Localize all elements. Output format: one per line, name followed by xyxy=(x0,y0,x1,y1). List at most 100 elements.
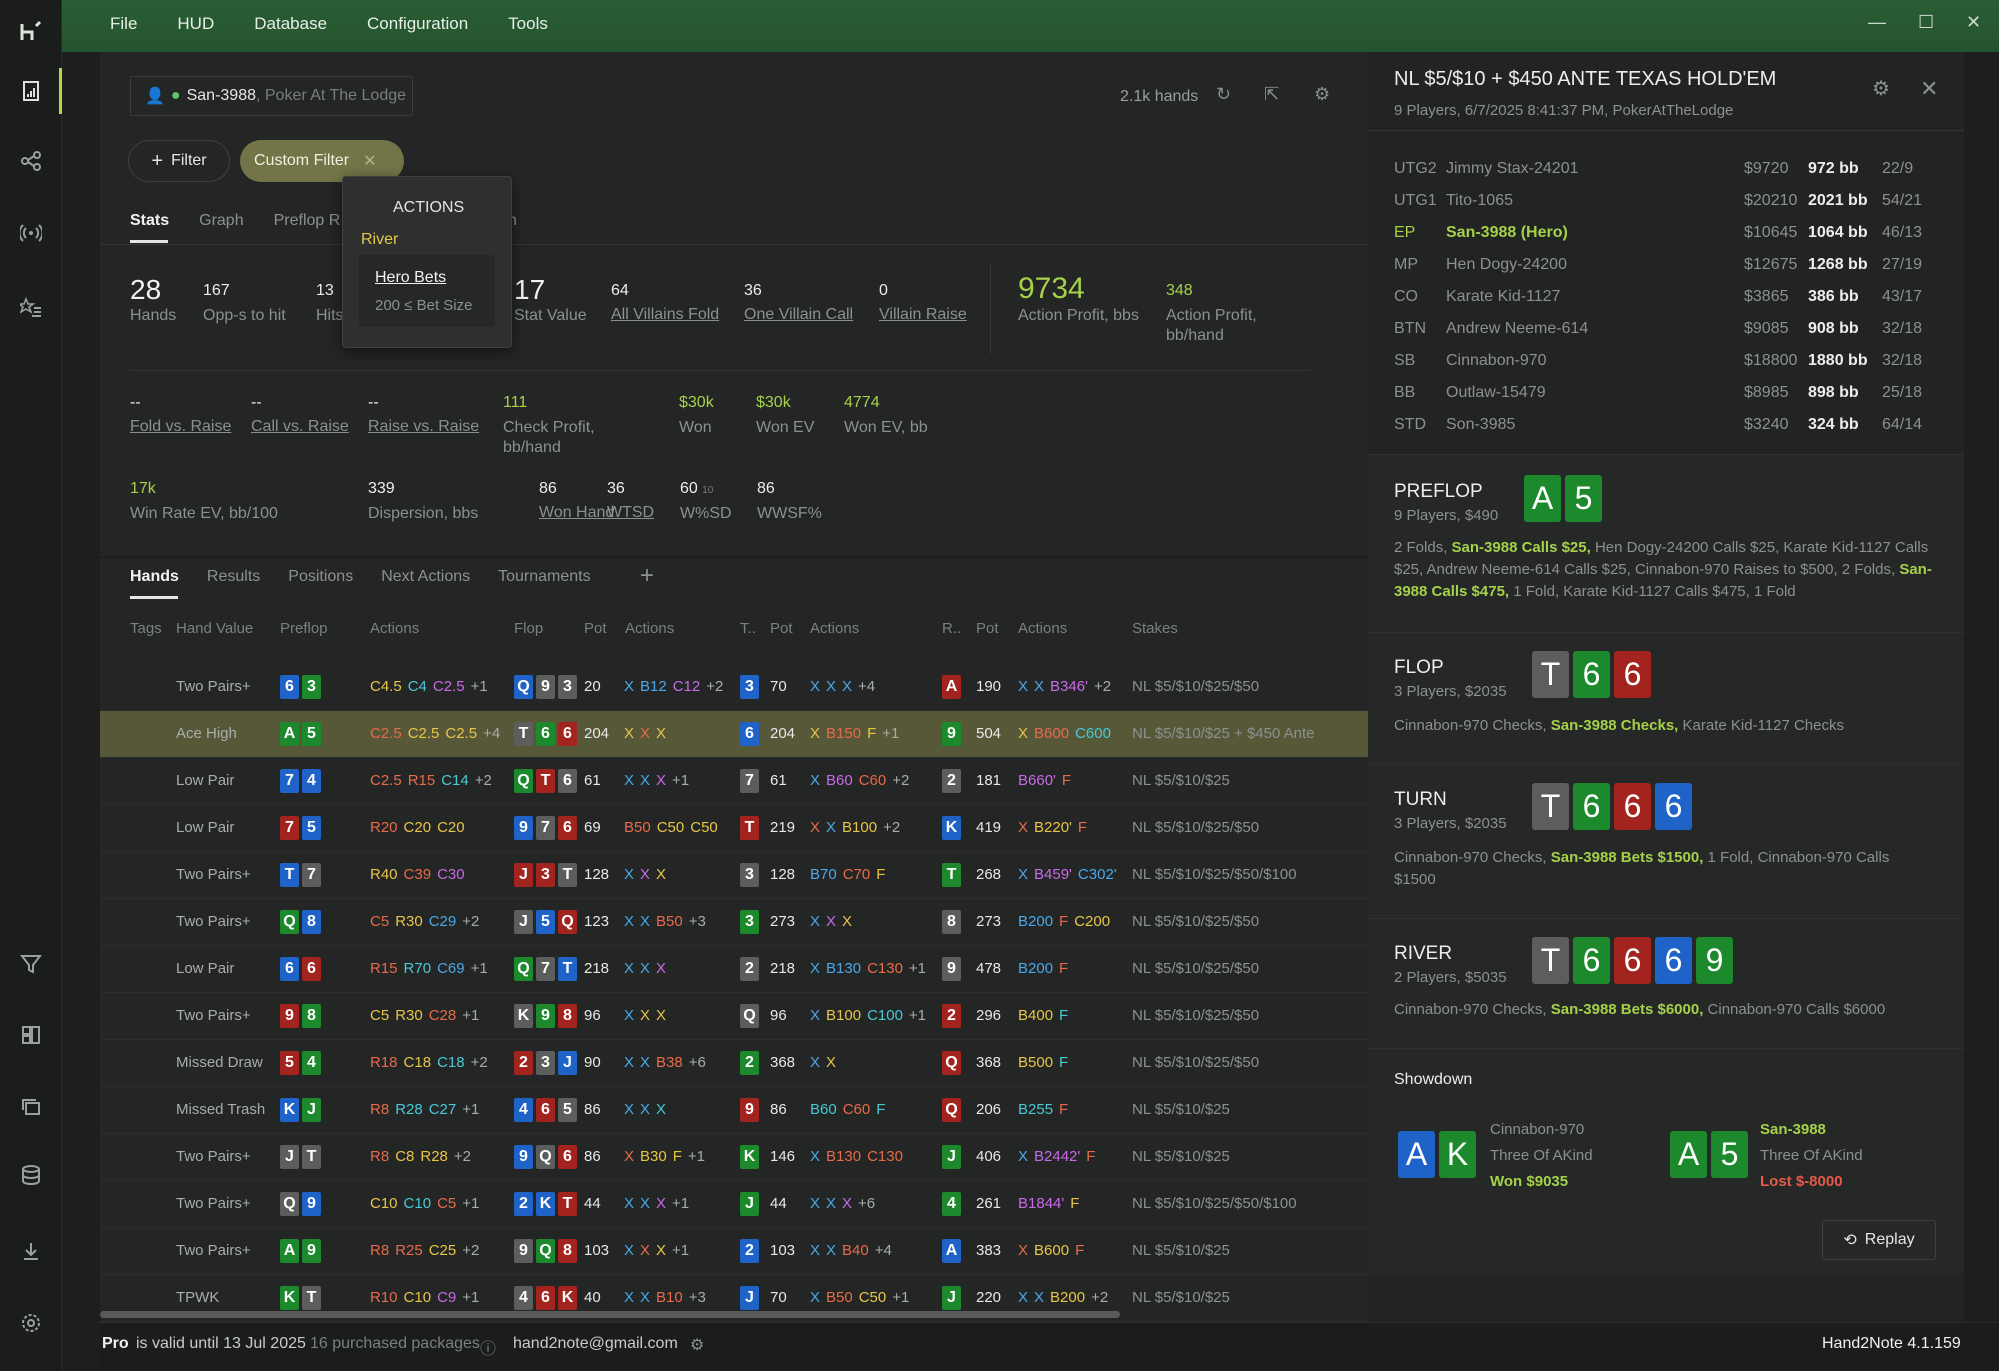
player-row[interactable]: SB Cinnabon-970 $18800 1880 bb 32/18 xyxy=(1394,352,1934,384)
col-river[interactable]: R.. xyxy=(942,620,961,637)
filter-icon[interactable] xyxy=(14,947,48,981)
stat-fold-vs-raise[interactable]: -- Fold vs. Raise xyxy=(130,394,231,436)
horizontal-scrollbar[interactable] xyxy=(100,1311,1120,1318)
col-hand-value[interactable]: Hand Value xyxy=(176,620,253,637)
settings-icon[interactable] xyxy=(14,1306,48,1340)
stat-rvr-label[interactable]: Raise vs. Raise xyxy=(368,418,479,436)
tab-results[interactable]: Results xyxy=(207,568,260,586)
add-filter-button[interactable]: + Filter xyxy=(128,140,230,182)
refresh-icon[interactable]: ↻ xyxy=(1216,84,1231,105)
player-row[interactable]: MP Hen Dogy-24200 $12675 1268 bb 27/19 xyxy=(1394,256,1934,288)
menu-database[interactable]: Database xyxy=(254,14,327,34)
col-preflop[interactable]: Preflop xyxy=(280,620,328,637)
player-row[interactable]: EP San-3988 (Hero) $10645 1064 bb 46/13 xyxy=(1394,224,1934,256)
col-turn-pot[interactable]: Pot xyxy=(770,620,793,637)
table-row[interactable]: Two Pairs+ A 9 R8 R25 C25 +2 9 Q 8 103 X X X +1 2 103 X X B… xyxy=(100,1228,1368,1275)
menu-hud[interactable]: HUD xyxy=(177,14,214,34)
table-row[interactable]: Low Pair 7 5 R20 C20 C20 9 7 6 69 B50 C50 C50 T 219 X X B… xyxy=(100,805,1368,852)
menu-tools[interactable]: Tools xyxy=(508,14,548,34)
tables-icon[interactable] xyxy=(14,1090,48,1124)
gear-icon[interactable]: ⚙ xyxy=(1872,76,1890,101)
layout-icon[interactable] xyxy=(14,1018,48,1052)
table-row[interactable]: Low Pair 6 6 R15 R70 C69 +1 Q 7 T 218 X X X 2 218 X B130 C… xyxy=(100,946,1368,993)
table-row[interactable]: Two Pairs+ 6 3 C4.5 C4 C2.5 +1 Q 9 3 20 X B12 C12 +2 3 7… xyxy=(100,664,1368,711)
gear-icon[interactable]: ⚙ xyxy=(690,1335,704,1355)
col-turn-actions[interactable]: Actions xyxy=(810,620,859,637)
player-row[interactable]: BTN Andrew Neeme-614 $9085 908 bb 32/18 xyxy=(1394,320,1934,352)
col-flop-actions[interactable]: Actions xyxy=(625,620,674,637)
table-row[interactable]: Low Pair 7 4 C2.5 R15 C14 +2 Q T 6 61 X X X +1 7 61 X B60 C… xyxy=(100,758,1368,805)
col-flop[interactable]: Flop xyxy=(514,620,543,637)
player-row[interactable]: CO Karate Kid-1127 $3865 386 bb 43/17 xyxy=(1394,288,1934,320)
table-row[interactable]: Two Pairs+ 9 8 C5 R30 C28 +1 K 9 8 96 X X X Q 96 X B100 C1… xyxy=(100,993,1368,1040)
menu-file[interactable]: File xyxy=(110,14,137,34)
col-river-pot[interactable]: Pot xyxy=(976,620,999,637)
table-row[interactable]: Missed Draw 5 4 R18 C18 C18 +2 2 3 J 90 X X B38 +6 2 368… xyxy=(100,1040,1368,1087)
player-row[interactable]: STD Son-3985 $3240 324 bb 64/14 xyxy=(1394,416,1934,448)
tab-hands[interactable]: Hands xyxy=(130,568,179,586)
player-row[interactable]: BB Outlaw-15479 $8985 898 bb 25/18 xyxy=(1394,384,1934,416)
reports-icon[interactable] xyxy=(14,74,48,108)
stat-wtsd[interactable]: 36 WTSD xyxy=(607,480,654,522)
info-icon[interactable]: ⓘ xyxy=(480,1335,496,1359)
close-window-icon[interactable]: ✕ xyxy=(1966,12,1981,33)
share-icon[interactable] xyxy=(14,144,48,178)
col-tags[interactable]: Tags xyxy=(130,620,162,637)
col-turn[interactable]: T.. xyxy=(740,620,756,637)
download-icon[interactable] xyxy=(14,1234,48,1268)
table-row[interactable]: Two Pairs+ Q 8 C5 R30 C29 +2 J 5 Q 123 X X B50 +3 3 273 X… xyxy=(100,899,1368,946)
tab-graph[interactable]: Graph xyxy=(199,212,243,230)
menu-configuration[interactable]: Configuration xyxy=(367,14,468,34)
export-icon[interactable]: ⇱ xyxy=(1264,84,1279,105)
stat-call-vs-raise[interactable]: -- Call vs. Raise xyxy=(251,394,349,436)
table-row[interactable]: Two Pairs+ T 7 R40 C39 C30 J 3 T 128 X X X 3 128 B70 C70… xyxy=(100,852,1368,899)
tab-preflop-range[interactable]: Preflop R xyxy=(274,212,341,230)
stat-avf-label[interactable]: All Villains Fold xyxy=(611,306,719,324)
stat-wh-label[interactable]: Won Hand xyxy=(539,504,614,522)
table-row[interactable]: Two Pairs+ Q 9 C10 C10 C5 +1 2 K T 44 X X X +1 J 44 X X X +6… xyxy=(100,1181,1368,1228)
col-river-actions[interactable]: Actions xyxy=(1018,620,1067,637)
minimize-icon[interactable]: — xyxy=(1868,12,1886,33)
close-icon[interactable]: ✕ xyxy=(1920,76,1938,102)
tab-positions[interactable]: Positions xyxy=(288,568,353,586)
card: A xyxy=(280,1239,299,1263)
broadcast-icon[interactable] xyxy=(14,216,48,250)
river-actions: X B600 F xyxy=(1018,1242,1090,1259)
stat-wtsd-label[interactable]: WTSD xyxy=(607,504,654,522)
card: 9 xyxy=(514,816,533,840)
maximize-icon[interactable]: ☐ xyxy=(1918,12,1934,33)
stat-all-villains-fold[interactable]: 64 All Villains Fold xyxy=(611,282,719,324)
starred-icon[interactable] xyxy=(14,290,48,324)
add-tab-icon[interactable]: + xyxy=(640,562,654,590)
stat-won-hand[interactable]: 86 Won Hand xyxy=(539,480,614,522)
player-row[interactable]: UTG1 Tito-1065 $20210 2021 bb 54/21 xyxy=(1394,192,1934,224)
flop-actions: B50 C50 C50 xyxy=(624,819,724,836)
tooltip-hero-bets-link[interactable]: Hero Bets xyxy=(375,269,446,287)
col-flop-pot[interactable]: Pot xyxy=(584,620,607,637)
card: 5 xyxy=(280,1051,299,1075)
tab-next-actions[interactable]: Next Actions xyxy=(381,568,470,586)
stat-raise-vs-raise[interactable]: -- Raise vs. Raise xyxy=(368,394,479,436)
stat-cvr-label[interactable]: Call vs. Raise xyxy=(251,418,349,436)
col-stakes[interactable]: Stakes xyxy=(1132,620,1178,637)
player-ratio: 43/17 xyxy=(1882,288,1923,305)
stat-ovc-label[interactable]: One Villain Call xyxy=(744,306,853,324)
stat-fvr-label[interactable]: Fold vs. Raise xyxy=(130,418,231,436)
player-selector[interactable]: 👤 ● San-3988 , Poker At The Lodge xyxy=(130,76,413,116)
table-row[interactable]: Two Pairs+ J T R8 C8 R28 +2 9 Q 6 86 X B30 F +1 K 146 X B1… xyxy=(100,1134,1368,1181)
action: X xyxy=(1018,1289,1029,1306)
stat-one-villain-call[interactable]: 36 One Villain Call xyxy=(744,282,853,324)
player-row[interactable]: UTG2 Jimmy Stax-24201 $9720 972 bb 22/9 xyxy=(1394,160,1934,192)
replay-button[interactable]: ⟲ Replay xyxy=(1822,1220,1936,1260)
remove-filter-icon[interactable]: ✕ xyxy=(363,151,376,171)
tab-stats[interactable]: Stats xyxy=(130,212,169,230)
database-icon[interactable] xyxy=(14,1158,48,1192)
stat-vr-label[interactable]: Villain Raise xyxy=(879,306,967,324)
col-preflop-actions[interactable]: Actions xyxy=(370,620,419,637)
table-row[interactable]: Missed Trash K J R8 R28 C27 +1 4 6 5 86 X X X 9 86 B60 C6… xyxy=(100,1087,1368,1134)
stat-villain-raise[interactable]: 0 Villain Raise xyxy=(879,282,967,324)
card: J xyxy=(514,863,533,887)
table-row[interactable]: Ace High A 5 C2.5 C2.5 C2.5 +4 T 6 6 204 X X X 6 204 X B1… xyxy=(100,711,1368,758)
tab-tournaments[interactable]: Tournaments xyxy=(498,568,591,586)
gear-icon[interactable]: ⚙ xyxy=(1314,84,1330,105)
